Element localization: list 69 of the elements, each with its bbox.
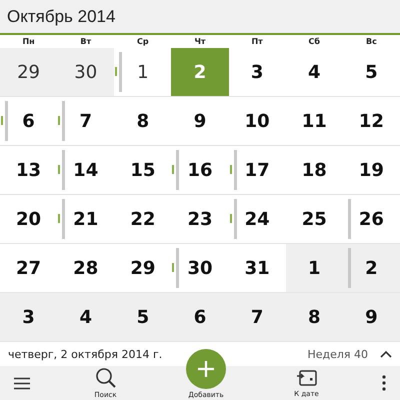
day-cell[interactable]: 8 <box>286 293 343 341</box>
day-number: 3 <box>22 306 35 328</box>
day-number: 2 <box>365 258 378 278</box>
day-number: 27 <box>16 258 42 278</box>
day-cell[interactable]: 1 <box>286 244 343 292</box>
day-number: 23 <box>187 208 213 230</box>
day-number: 5 <box>136 306 150 328</box>
day-cell[interactable]: 4 <box>57 293 114 341</box>
day-number: 2 <box>194 62 206 82</box>
day-number: 18 <box>302 160 327 180</box>
day-cell[interactable]: 3 <box>0 293 58 341</box>
week-number: Неделя 40 <box>307 348 368 360</box>
day-number: 11 <box>302 110 327 132</box>
day-cell[interactable]: 1 <box>114 48 172 96</box>
day-number: 20 <box>16 208 42 230</box>
weekday-label: Вт <box>79 37 92 46</box>
day-number: 17 <box>244 160 270 180</box>
day-number: 10 <box>244 110 270 132</box>
weekday-label: Чт <box>193 37 207 46</box>
day-number: 5 <box>365 62 378 82</box>
weekday-label: Вс <box>364 37 378 46</box>
day-number: 8 <box>308 306 321 328</box>
day-number: 3 <box>250 62 264 82</box>
day-number: 4 <box>308 62 321 82</box>
search-icon <box>94 367 116 389</box>
more-icon[interactable] <box>382 375 386 391</box>
day-number: 8 <box>136 110 150 132</box>
weekday-label: Сб <box>308 37 321 46</box>
day-number: 22 <box>130 208 156 230</box>
day-number: 19 <box>358 160 384 180</box>
day-number: 1 <box>137 62 149 82</box>
day-cell[interactable]: 5 <box>114 293 172 341</box>
day-number: 29 <box>17 62 40 82</box>
day-number: 31 <box>244 258 270 278</box>
day-number: 6 <box>194 306 206 328</box>
day-cell[interactable]: 9 <box>342 293 400 341</box>
day-number: 26 <box>358 208 384 230</box>
day-number: 9 <box>365 306 378 328</box>
day-number: 28 <box>73 258 98 278</box>
day-cell[interactable]: 7 <box>228 293 286 341</box>
day-number: 4 <box>79 306 92 328</box>
day-number: 15 <box>130 160 156 180</box>
day-number: 24 <box>244 208 270 230</box>
chevron-up-icon[interactable] <box>380 350 392 358</box>
plus-icon <box>197 360 215 378</box>
weekday-label: Пн <box>21 37 36 46</box>
day-number: 7 <box>79 110 92 132</box>
day-number: 7 <box>250 306 264 328</box>
day-number: 1 <box>308 258 321 278</box>
day-number: 30 <box>74 62 98 82</box>
day-number: 16 <box>187 160 213 180</box>
weekday-label: Ср <box>136 37 150 46</box>
day-cell[interactable]: 2 <box>342 244 400 292</box>
weekday-label: Пт <box>250 37 264 46</box>
day-number: 13 <box>16 160 42 180</box>
menu-icon[interactable] <box>14 376 30 390</box>
selected-date: четверг, 2 октября 2014 г. <box>8 348 164 360</box>
day-number: 21 <box>73 208 98 230</box>
day-number: 12 <box>358 110 384 132</box>
day-cell[interactable]: 30 <box>57 48 114 96</box>
day-number: 30 <box>187 258 213 278</box>
day-number: 9 <box>194 110 206 132</box>
day-number: 14 <box>73 160 98 180</box>
day-cell[interactable]: 29 <box>0 48 58 96</box>
day-cell[interactable]: 6 <box>171 293 229 341</box>
day-number: 29 <box>130 258 156 278</box>
day-number: 6 <box>22 110 35 132</box>
month-title: Октябрь 2014 <box>7 6 116 26</box>
day-number: 25 <box>302 208 327 230</box>
